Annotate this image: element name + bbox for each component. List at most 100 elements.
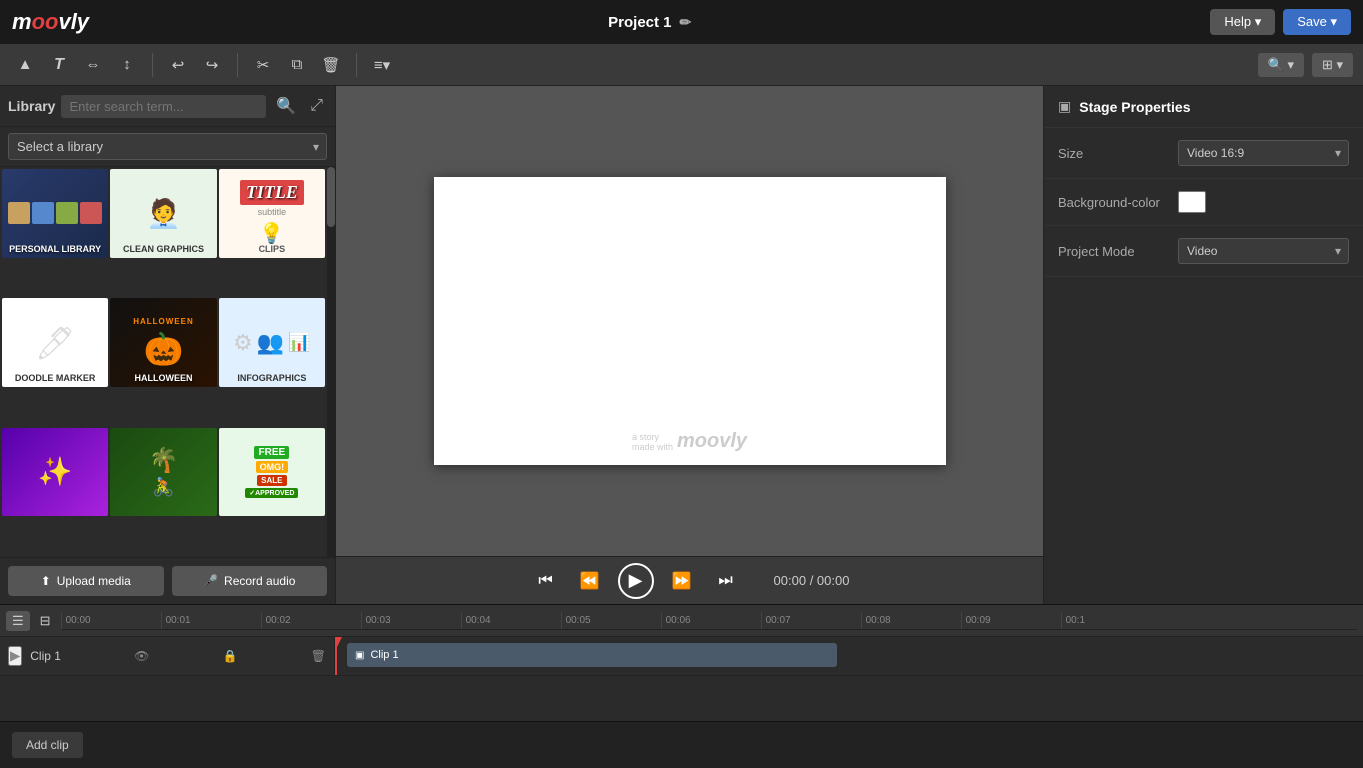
track-label: Clip 1 <box>30 649 61 663</box>
library-item-clean-label: CLEAN GRAPHICS <box>110 242 216 258</box>
library-grid: PERSONAL LIBRARY 🧑‍💼 CLEAN GRAPHICS TITL… <box>0 167 327 557</box>
copy-button[interactable]: ⧉ <box>282 50 312 80</box>
properties-title: Stage Properties <box>1079 99 1190 115</box>
undo-button[interactable]: ↩ <box>163 50 193 80</box>
current-time: 00:00 <box>774 573 807 588</box>
library-item-row3c[interactable]: FREE OMG! SALE ✓APPROVED <box>219 428 325 517</box>
properties-header: ▣ Stage Properties <box>1044 86 1363 128</box>
search-icon-button[interactable]: 🔍 <box>272 94 300 118</box>
track-expand-button[interactable]: ▶ <box>8 646 22 666</box>
playhead[interactable] <box>335 637 337 675</box>
bottom-bar: Add clip <box>0 721 1363 768</box>
ruler-tick-7: 00:07 <box>761 612 861 629</box>
library-grid-area: PERSONAL LIBRARY 🧑‍💼 CLEAN GRAPHICS TITL… <box>0 167 335 557</box>
align-h-tool[interactable]: ⇔ <box>78 50 108 80</box>
library-item-row3a[interactable]: ✨ <box>2 428 108 517</box>
align-button[interactable]: ≡▾ <box>367 50 397 80</box>
track-lock-button[interactable]: 🔒 <box>223 649 238 663</box>
ruler-tick-5: 00:05 <box>561 612 661 629</box>
timeline-list-view-button[interactable]: ☰ <box>6 611 30 631</box>
library-select-row: Select a library Personal Library Free L… <box>0 127 335 167</box>
clip-icon: ▣ <box>355 650 364 661</box>
bg-color-row: Background-color <box>1044 179 1363 226</box>
library-item-clips[interactable]: TITLE subtitle 💡 CLIPS <box>219 169 325 258</box>
toolbar-separator-2 <box>237 53 238 77</box>
scrollbar-track <box>327 167 335 557</box>
record-audio-label: Record audio <box>224 574 295 588</box>
skip-to-start-button[interactable]: ⏮ <box>530 565 562 597</box>
library-item-clean[interactable]: 🧑‍💼 CLEAN GRAPHICS <box>110 169 216 258</box>
ruler-tick-8: 00:08 <box>861 612 961 629</box>
upload-media-button[interactable]: ⬆ Upload media <box>8 566 164 596</box>
redo-button[interactable]: ↪ <box>197 50 227 80</box>
project-title: Project 1 <box>608 14 671 31</box>
fast-forward-button[interactable]: ⏩ <box>666 565 698 597</box>
play-button[interactable]: ▶ <box>618 563 654 599</box>
library-select-wrapper: Select a library Personal Library Free L… <box>8 133 327 160</box>
timeline-controls: ☰ ⊟ 00:00 00:01 00:02 00:03 00:04 00:05 … <box>0 605 1363 637</box>
select-tool[interactable]: ▲ <box>10 50 40 80</box>
record-audio-button[interactable]: 🎤 Record audio <box>172 566 328 596</box>
playhead-marker <box>335 637 342 649</box>
upload-media-label: Upload media <box>57 574 131 588</box>
stage-watermark: a storymade with moovly <box>632 430 747 453</box>
record-icon: 🎤 <box>203 574 218 588</box>
library-item-doodle[interactable]: 🖊 DOODLE MARKER <box>2 298 108 387</box>
top-right-buttons: Help ▾ Save ▾ <box>1210 9 1351 35</box>
library-item-halloween[interactable]: HALLOWEEN 🎃 HALLOWEEN <box>110 298 216 387</box>
library-item-clips-label: CLIPS <box>219 242 325 258</box>
text-tool[interactable]: T <box>44 50 74 80</box>
save-button[interactable]: Save ▾ <box>1283 9 1351 35</box>
track-visibility-button[interactable]: 👁 <box>134 649 149 663</box>
library-select[interactable]: Select a library Personal Library Free L… <box>8 133 327 160</box>
skip-to-end-button[interactable]: ⏭ <box>710 565 742 597</box>
mode-control: Video Presentation GIF <box>1178 238 1349 264</box>
search-tool-button[interactable]: 🔍 ▾ <box>1258 53 1304 77</box>
toolbar: ▲ T ⇔ ↕ ↩ ↪ ✂ ⧉ 🗑 ≡▾ 🔍 ▾ ⊞ ▾ <box>0 44 1363 86</box>
library-item-infographics[interactable]: ⚙ 👥 📊 INFOGRAPHICS <box>219 298 325 387</box>
track-delete-button[interactable]: 🗑 <box>311 649 326 663</box>
sidebar-header: Library 🔍 ⤢ <box>0 86 335 127</box>
ruler-tick-1: 00:01 <box>161 612 261 629</box>
timeline-section: ☰ ⊟ 00:00 00:01 00:02 00:03 00:04 00:05 … <box>0 604 1363 721</box>
ruler-tick-10: 00:1 <box>1061 612 1161 629</box>
upload-icon: ⬆ <box>41 574 51 588</box>
clip-block[interactable]: ▣ Clip 1 <box>347 643 837 667</box>
edit-project-title-icon[interactable]: ✏ <box>680 14 692 31</box>
size-label: Size <box>1058 146 1178 161</box>
bg-color-label: Background-color <box>1058 195 1178 210</box>
project-mode-row: Project Mode Video Presentation GIF <box>1044 226 1363 277</box>
expand-icon-button[interactable]: ⤢ <box>306 95 327 117</box>
time-display: 00:00 / 00:00 <box>774 573 850 588</box>
timeline-empty-area <box>0 675 1363 721</box>
size-control: Video 16:9 Video 4:3 Square 1:1 Portrait… <box>1178 140 1349 166</box>
grid-tool-button[interactable]: ⊞ ▾ <box>1312 53 1353 77</box>
help-button[interactable]: Help ▾ <box>1210 9 1275 35</box>
stage: a storymade with moovly <box>434 177 946 465</box>
watermark-logo: moovly <box>677 430 747 453</box>
library-item-personal[interactable]: PERSONAL LIBRARY <box>2 169 108 258</box>
top-nav: moovly Project 1 ✏ Help ▾ Save ▾ <box>0 0 1363 44</box>
search-input[interactable] <box>61 95 266 118</box>
ruler-tick-3: 00:03 <box>361 612 461 629</box>
time-separator: / <box>810 573 817 588</box>
ruler-tick-9: 00:09 <box>961 612 1061 629</box>
timeline-ruler-area: 00:00 00:01 00:02 00:03 00:04 00:05 00:0… <box>61 612 1357 630</box>
size-select[interactable]: Video 16:9 Video 4:3 Square 1:1 Portrait… <box>1178 140 1349 166</box>
delete-button[interactable]: 🗑 <box>316 50 346 80</box>
timeline-compact-view-button[interactable]: ⊟ <box>34 611 57 631</box>
cut-button[interactable]: ✂ <box>248 50 278 80</box>
library-item-infographics-label: INFOGRAPHICS <box>219 371 325 387</box>
properties-icon: ▣ <box>1058 98 1071 115</box>
scrollbar-thumb[interactable] <box>327 167 335 227</box>
size-row: Size Video 16:9 Video 4:3 Square 1:1 Por… <box>1044 128 1363 179</box>
align-v-tool[interactable]: ↕ <box>112 50 142 80</box>
bg-color-swatch[interactable] <box>1178 191 1206 213</box>
track-label-area: ▶ Clip 1 👁 🔒 🗑 <box>0 637 335 675</box>
main-body: Library 🔍 ⤢ Select a library Personal Li… <box>0 86 1363 604</box>
sidebar-title: Library <box>8 98 55 114</box>
library-item-row3b[interactable]: 🌴 🚴 <box>110 428 216 517</box>
mode-select[interactable]: Video Presentation GIF <box>1178 238 1349 264</box>
add-clip-button[interactable]: Add clip <box>12 732 83 758</box>
rewind-button[interactable]: ⏪ <box>574 565 606 597</box>
